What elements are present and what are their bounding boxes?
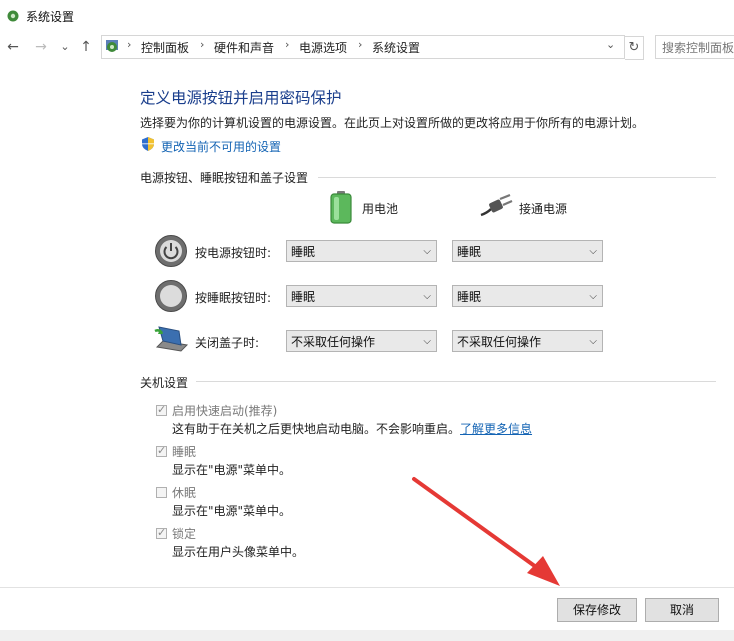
sleep-label: 睡眠 bbox=[172, 445, 197, 459]
lid-close-label: 关闭盖子时: bbox=[195, 336, 260, 350]
selected-value: 睡眠 bbox=[291, 245, 316, 259]
selected-value: 睡眠 bbox=[291, 290, 316, 304]
power-button-battery-select[interactable]: 睡眠 ⌵ bbox=[286, 240, 437, 262]
breadcrumb-sep: › bbox=[285, 38, 290, 51]
check-icon: ✓ bbox=[157, 444, 167, 457]
page-description: 选择要为你的计算机设置的电源设置。在此页上对设置所做的更改将应用于你所有的电源计… bbox=[140, 116, 645, 130]
selected-value: 不采取任何操作 bbox=[291, 335, 376, 349]
learn-more-link[interactable]: 了解更多信息 bbox=[460, 422, 532, 436]
system-settings-icon bbox=[7, 10, 19, 22]
sleep-checkbox[interactable]: ✓ bbox=[156, 444, 167, 457]
status-strip bbox=[0, 630, 734, 641]
sleep-button-battery-select[interactable]: 睡眠 ⌵ bbox=[286, 285, 437, 307]
section-divider bbox=[196, 381, 716, 382]
power-button-label: 按电源按钮时: bbox=[195, 246, 272, 260]
title-bar bbox=[0, 0, 734, 34]
chevron-down-icon: ⌵ bbox=[589, 291, 597, 302]
hibernate-checkbox[interactable] bbox=[156, 487, 167, 498]
change-unavailable-settings-link[interactable]: 更改当前不可用的设置 bbox=[161, 138, 281, 155]
up-icon[interactable]: ↑ bbox=[77, 36, 95, 58]
recent-locations-icon[interactable]: ⌄ bbox=[56, 36, 74, 58]
buttons-section-title: 电源按钮、睡眠按钮和盖子设置 bbox=[140, 171, 309, 185]
hibernate-desc: 显示在"电源"菜单中。 bbox=[172, 504, 292, 518]
lid-close-plugged-select[interactable]: 不采取任何操作 ⌵ bbox=[452, 330, 603, 352]
breadcrumb-hardware-sound[interactable]: 硬件和声音 bbox=[214, 39, 274, 56]
window-title: 系统设置 bbox=[26, 10, 75, 24]
fast-startup-label: 启用快速启动(推荐) bbox=[172, 404, 278, 418]
breadcrumb-sep: › bbox=[127, 38, 132, 51]
lid-close-battery-select[interactable]: 不采取任何操作 ⌵ bbox=[286, 330, 437, 352]
shutdown-section-title: 关机设置 bbox=[140, 376, 189, 390]
plugged-in-column-label: 接通电源 bbox=[519, 202, 568, 216]
chevron-down-icon: ⌵ bbox=[423, 246, 431, 257]
annotation-arrow-icon bbox=[412, 477, 560, 586]
sleep-desc: 显示在"电源"菜单中。 bbox=[172, 463, 292, 477]
section-divider bbox=[318, 177, 716, 178]
battery-column-label: 用电池 bbox=[362, 202, 399, 216]
address-dropdown-icon[interactable]: ⌄ bbox=[606, 38, 615, 51]
refresh-icon[interactable]: ↻ bbox=[625, 36, 644, 60]
breadcrumb-control-panel[interactable]: 控制面板 bbox=[141, 39, 189, 56]
lock-label: 锁定 bbox=[172, 527, 197, 541]
control-panel-icon bbox=[106, 40, 118, 52]
power-button-plugged-select[interactable]: 睡眠 ⌵ bbox=[452, 240, 603, 262]
breadcrumb-power-options[interactable]: 电源选项 bbox=[299, 39, 347, 56]
check-icon: ✓ bbox=[157, 526, 167, 539]
lock-checkbox[interactable]: ✓ bbox=[156, 526, 167, 539]
battery-icon bbox=[330, 191, 352, 224]
selected-value: 不采取任何操作 bbox=[457, 335, 542, 349]
page-title: 定义电源按钮并启用密码保护 bbox=[140, 89, 342, 107]
chevron-down-icon: ⌵ bbox=[589, 246, 597, 257]
check-icon: ✓ bbox=[157, 403, 167, 416]
cancel-button[interactable]: 取消 bbox=[645, 598, 719, 622]
selected-value: 睡眠 bbox=[457, 245, 482, 259]
power-plug-icon bbox=[480, 193, 513, 217]
save-changes-button[interactable]: 保存修改 bbox=[557, 598, 637, 622]
chevron-down-icon: ⌵ bbox=[589, 336, 597, 347]
laptop-lid-icon bbox=[154, 326, 189, 352]
fast-startup-checkbox[interactable]: ✓ bbox=[156, 403, 167, 416]
sleep-button-plugged-select[interactable]: 睡眠 ⌵ bbox=[452, 285, 603, 307]
hibernate-label: 休眠 bbox=[172, 486, 197, 500]
uac-shield-icon bbox=[142, 137, 154, 151]
sleep-button-icon bbox=[155, 280, 187, 312]
footer-divider bbox=[0, 587, 734, 588]
chevron-down-icon: ⌵ bbox=[423, 291, 431, 302]
forward-icon[interactable]: → bbox=[32, 36, 50, 58]
sleep-button-label: 按睡眠按钮时: bbox=[195, 291, 272, 305]
breadcrumb-sep: › bbox=[200, 38, 205, 51]
back-icon[interactable]: ← bbox=[4, 36, 22, 58]
breadcrumb-system-settings[interactable]: 系统设置 bbox=[372, 39, 420, 56]
fast-startup-desc: 这有助于在关机之后更快地启动电脑。不会影响重启。了解更多信息 bbox=[172, 422, 533, 436]
selected-value: 睡眠 bbox=[457, 290, 482, 304]
chevron-down-icon: ⌵ bbox=[423, 336, 431, 347]
power-button-icon bbox=[155, 235, 187, 267]
lock-desc: 显示在用户头像菜单中。 bbox=[172, 545, 305, 559]
breadcrumb-sep: › bbox=[358, 38, 363, 51]
search-placeholder: 搜索控制面板 bbox=[662, 41, 734, 55]
